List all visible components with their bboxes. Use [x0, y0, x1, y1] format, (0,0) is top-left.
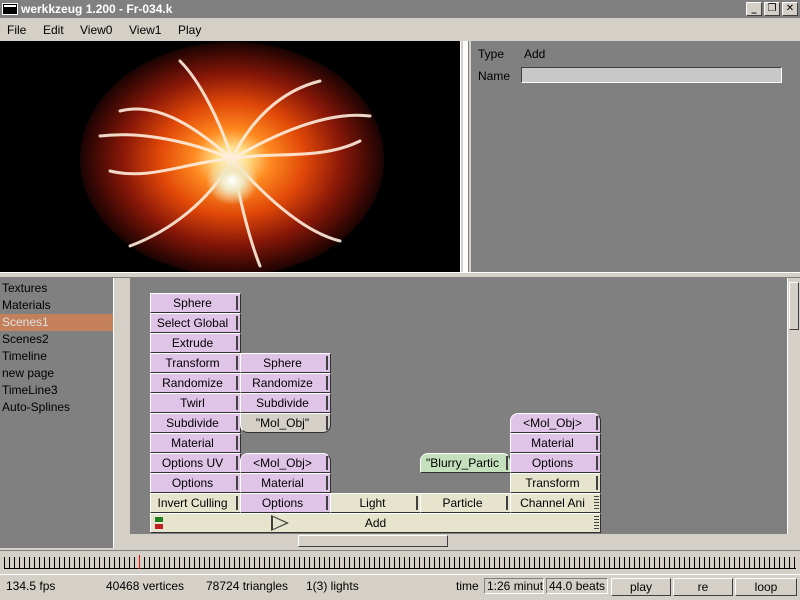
properties-panel: Type Add Name	[472, 41, 800, 272]
vertical-scroll-thumb[interactable]	[789, 282, 799, 330]
op-subdivide-2[interactable]: Subdivide	[240, 393, 331, 413]
op-transform-2[interactable]: Transform	[510, 473, 601, 493]
menu-edit[interactable]: Edit	[43, 23, 64, 37]
op-extrude[interactable]: Extrude	[150, 333, 241, 353]
op-store-mol-obj[interactable]: "Mol_Obj"	[240, 413, 331, 433]
op-transform[interactable]: Transform	[150, 353, 241, 373]
op-material[interactable]: Material	[150, 433, 241, 453]
status-bar: 134.5 fps 40468 vertices 78724 triangles…	[0, 574, 800, 600]
close-button[interactable]: ✕	[782, 2, 798, 16]
menu-bar: File Edit View0 View1 Play	[0, 19, 800, 40]
op-light[interactable]: Light	[330, 493, 421, 513]
vertex-count: 40468 vertices	[106, 579, 185, 593]
op-invert-culling[interactable]: Invert Culling	[150, 493, 241, 513]
preview-viewport[interactable]	[0, 41, 460, 272]
triangle-count: 78724 triangles	[206, 579, 289, 593]
light-count: 1(3) lights	[306, 579, 359, 593]
page-item-auto-splines[interactable]: Auto-Splines	[0, 399, 113, 416]
time-beats-field[interactable]: 44.0 beats	[546, 578, 608, 594]
app-icon	[2, 3, 18, 15]
page-item-scenes2[interactable]: Scenes2	[0, 331, 113, 348]
page-item-timeline[interactable]: Timeline	[0, 348, 113, 365]
timeline-ticks	[4, 557, 796, 569]
title-bar: werkkzeug 1.200 - Fr-034.k _ ❐ ✕	[0, 0, 800, 18]
op-store-blurry-particle[interactable]: "Blurry_Partic	[420, 453, 511, 473]
op-subdivide[interactable]: Subdivide	[150, 413, 241, 433]
type-label: Type	[478, 47, 505, 61]
play-button[interactable]: play	[611, 578, 671, 596]
op-particle[interactable]: Particle	[420, 493, 511, 513]
op-options[interactable]: Options	[150, 473, 241, 493]
op-channel-ani[interactable]: Channel Ani	[510, 493, 601, 513]
time-label: time	[456, 579, 479, 593]
op-select-global[interactable]: Select Global	[150, 313, 241, 333]
resize-grip-icon[interactable]	[594, 516, 599, 530]
op-options-uv[interactable]: Options UV	[150, 453, 241, 473]
window-title: werkkzeug 1.200 - Fr-034.k	[21, 2, 173, 16]
operator-graph-horizontal-scrollbar[interactable]	[130, 534, 787, 548]
page-list: Textures Materials Scenes1 Scenes2 Timel…	[0, 278, 113, 548]
op-options-3[interactable]: Options	[510, 453, 601, 473]
timeline-ruler[interactable]	[0, 550, 800, 572]
type-value: Add	[524, 47, 546, 61]
op-randomize[interactable]: Randomize	[150, 373, 241, 393]
op-add[interactable]: Add	[150, 513, 601, 533]
page-item-new-page[interactable]: new page	[0, 365, 113, 382]
status-red-indicator	[155, 524, 163, 529]
timeline-cursor[interactable]	[138, 555, 140, 569]
page-item-materials[interactable]: Materials	[0, 297, 113, 314]
op-randomize-2[interactable]: Randomize	[240, 373, 331, 393]
loop-button[interactable]: loop	[735, 578, 797, 596]
page-item-textures[interactable]: Textures	[0, 280, 113, 297]
op-twirl[interactable]: Twirl	[150, 393, 241, 413]
menu-view1[interactable]: View1	[129, 23, 161, 37]
vertical-splitter[interactable]	[460, 41, 472, 272]
status-green-indicator	[155, 517, 163, 522]
operator-graph-vertical-scrollbar[interactable]	[787, 278, 800, 534]
minimize-button[interactable]: _	[746, 2, 762, 16]
op-load-mol-obj[interactable]: <Mol_Obj>	[240, 453, 331, 473]
op-options-2[interactable]: Options	[240, 493, 331, 513]
horizontal-scroll-thumb[interactable]	[298, 535, 448, 547]
op-sphere[interactable]: Sphere	[150, 293, 241, 313]
op-sphere-2[interactable]: Sphere	[240, 353, 331, 373]
name-label: Name	[478, 69, 511, 83]
rendered-scene-image	[80, 42, 384, 272]
op-load-mol-obj-2[interactable]: <Mol_Obj>	[510, 413, 601, 433]
page-item-timeline3[interactable]: TimeLine3	[0, 382, 113, 399]
operator-graph[interactable]: Sphere Select Global Extrude Transform S…	[130, 278, 787, 534]
restore-button[interactable]: ❐	[764, 2, 780, 16]
menu-view0[interactable]: View0	[80, 23, 112, 37]
op-material-3[interactable]: Material	[510, 433, 601, 453]
menu-play[interactable]: Play	[178, 23, 201, 37]
menu-file[interactable]: File	[7, 23, 26, 37]
time-minutes-field[interactable]: 1:26 minutes	[484, 578, 544, 594]
op-add-label: Add	[364, 516, 387, 530]
page-list-scrollbar[interactable]	[113, 278, 130, 548]
name-input[interactable]	[521, 67, 782, 83]
restart-button[interactable]: re	[673, 578, 733, 596]
play-triangle-icon	[271, 515, 289, 531]
page-item-scenes1[interactable]: Scenes1	[0, 314, 113, 331]
op-material-2[interactable]: Material	[240, 473, 331, 493]
fps-readout: 134.5 fps	[6, 579, 56, 593]
